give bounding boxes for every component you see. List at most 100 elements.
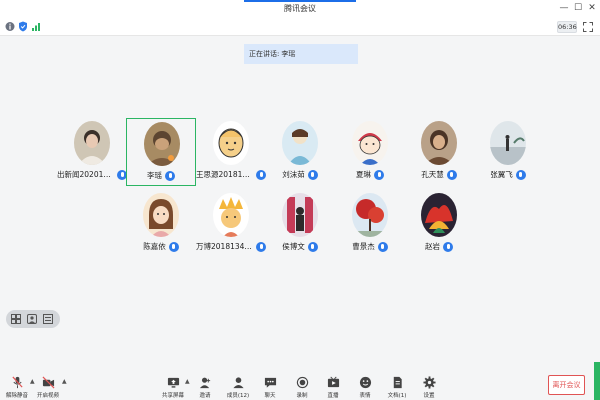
unmute-label: 解除静音: [5, 393, 28, 399]
live-label: 直播: [327, 393, 339, 399]
video-options-caret[interactable]: ▲: [62, 379, 68, 385]
scrollbar[interactable]: [594, 362, 600, 400]
members-icon: [232, 377, 244, 389]
participant-avatar: [213, 193, 249, 237]
shield-icon[interactable]: [18, 21, 28, 32]
participant-avatar: [421, 121, 457, 165]
live-button[interactable]: 直播: [318, 376, 348, 399]
participant-name: 孔天慧: [421, 170, 444, 179]
speaking-indicator: 正在讲话: 李瑶: [244, 44, 358, 64]
microphone-icon: [168, 241, 179, 252]
meeting-timer: 06:36: [557, 21, 577, 33]
info-icon[interactable]: [5, 21, 15, 32]
record-button[interactable]: 录制: [287, 376, 317, 399]
participant-tile[interactable]: 出新闻2020131...: [57, 118, 127, 186]
participant-tile[interactable]: 王思源2018134...: [196, 118, 266, 186]
microphone-icon: [307, 169, 318, 180]
participant-name: 侯博文: [282, 242, 305, 251]
settings-label: 设置: [423, 393, 435, 399]
participant-avatar: [144, 122, 180, 166]
participant-tile[interactable]: 陈嘉依: [126, 190, 196, 258]
unmute-button[interactable]: 解除静音: [2, 376, 32, 399]
participant-avatar: [213, 121, 249, 165]
document-icon: [393, 376, 402, 389]
participant-name: 刘沫茹: [282, 170, 305, 179]
share-screen-button[interactable]: 共享屏幕: [158, 376, 188, 399]
participant-tile-active-speaker[interactable]: 李瑶: [126, 118, 196, 186]
participant-name: 出新闻2020131...: [57, 170, 114, 179]
title-accent-line: [244, 0, 356, 2]
participant-avatar: [143, 193, 179, 237]
close-button[interactable]: ✕: [586, 2, 598, 14]
maximize-button[interactable]: ☐: [572, 2, 584, 14]
speaking-label: 正在讲话:: [249, 50, 280, 58]
view-controls: [6, 310, 60, 328]
participant-avatar: [352, 121, 388, 165]
video-off-icon: [42, 376, 54, 389]
grid-view-icon[interactable]: [11, 314, 21, 324]
participant-tile[interactable]: 赵岩: [404, 190, 474, 258]
microphone-icon: [446, 169, 457, 180]
participant-name: 张翼飞: [490, 170, 513, 179]
title-bar: 腾讯会议 — ☐ ✕: [0, 0, 600, 18]
participant-tile[interactable]: 夏琳: [335, 118, 405, 186]
participant-tile[interactable]: 曹景杰: [335, 190, 405, 258]
speaking-name: 李瑶: [281, 50, 296, 58]
members-button[interactable]: 成员(12): [223, 376, 253, 399]
start-video-label: 开启视频: [36, 393, 59, 399]
list-view-icon[interactable]: [43, 314, 53, 324]
microphone-icon: [377, 241, 388, 252]
chat-button[interactable]: 聊天: [255, 376, 285, 399]
documents-button[interactable]: 文档(1): [382, 376, 412, 399]
signal-strength-icon[interactable]: [31, 21, 41, 32]
participant-name: 赵岩: [425, 242, 440, 251]
microphone-icon: [515, 169, 526, 180]
participant-avatar: [282, 193, 318, 237]
chat-icon: [264, 377, 276, 388]
participant-name: 夏琳: [356, 170, 371, 179]
live-stream-icon: [327, 376, 339, 388]
settings-button[interactable]: 设置: [414, 376, 444, 399]
record-label: 录制: [296, 393, 308, 399]
share-screen-label: 共享屏幕: [161, 393, 184, 399]
documents-label: 文档(1): [387, 393, 407, 399]
participant-name: 万博2018134121: [196, 242, 253, 251]
participant-avatar: [74, 121, 110, 165]
microphone-icon: [307, 241, 318, 252]
participant-name: 陈嘉依: [143, 242, 166, 251]
participant-tile[interactable]: 刘沫茹: [265, 118, 335, 186]
share-screen-icon: [167, 377, 179, 388]
microphone-icon: [165, 170, 175, 181]
participant-name: 曹景杰: [352, 242, 375, 251]
reactions-button[interactable]: 表情: [350, 376, 380, 399]
minimize-button[interactable]: —: [558, 2, 570, 14]
members-label: 成员(12): [226, 393, 250, 399]
participant-avatar: [352, 193, 388, 237]
microphone-muted-icon: [11, 376, 23, 389]
participant-avatar: [490, 121, 526, 165]
meeting-info-bar: [0, 18, 600, 36]
microphone-icon: [374, 169, 384, 180]
participant-avatar: [282, 121, 318, 165]
leave-meeting-button[interactable]: 离开会议: [548, 375, 585, 395]
add-person-icon: [199, 377, 210, 389]
participant-tile[interactable]: 侯博文: [265, 190, 335, 258]
invite-label: 邀请: [199, 393, 211, 399]
speaker-view-icon[interactable]: [27, 314, 37, 324]
invite-button[interactable]: 邀请: [190, 376, 220, 399]
participant-tile[interactable]: 孔天慧: [404, 118, 474, 186]
gear-icon: [422, 376, 436, 389]
start-video-button[interactable]: 开启视频: [33, 376, 63, 399]
participant-avatar: [421, 193, 457, 237]
smiley-icon: [359, 376, 371, 389]
reactions-label: 表情: [359, 393, 371, 399]
participant-tile[interactable]: 万博2018134121: [196, 190, 266, 258]
participant-name: 李瑶: [147, 171, 162, 180]
microphone-icon: [443, 241, 453, 252]
participant-tile[interactable]: 张翼飞: [473, 118, 543, 186]
fullscreen-icon[interactable]: [583, 22, 593, 32]
participant-name: 王思源2018134...: [196, 170, 253, 179]
chat-label: 聊天: [264, 393, 276, 399]
window-title: 腾讯会议: [284, 4, 316, 13]
record-icon: [296, 376, 308, 389]
